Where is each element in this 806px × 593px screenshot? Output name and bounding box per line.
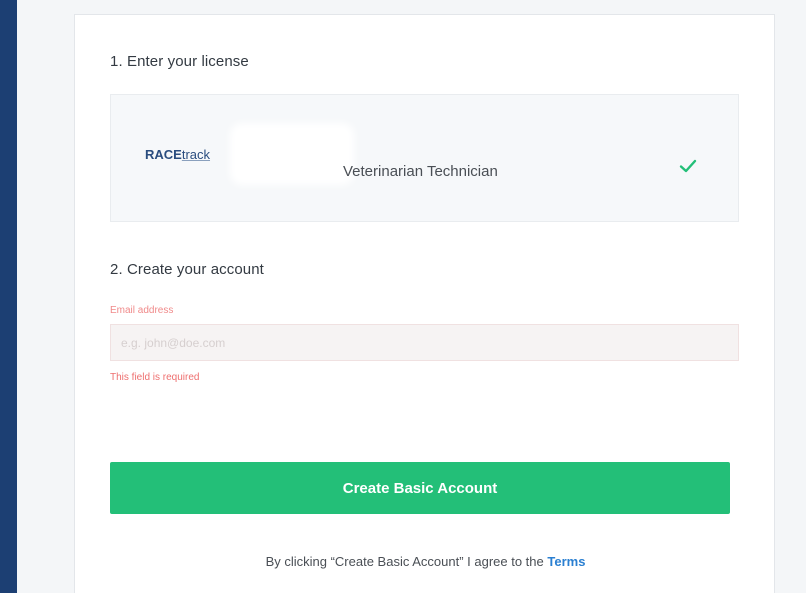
logo-main-text: RACE <box>145 147 182 162</box>
step-license-title: 1. Enter your license <box>110 53 249 70</box>
signup-card: 1. Enter your license RACEtrack Veterina… <box>74 14 775 593</box>
step-account-title: 2. Create your account <box>110 261 264 278</box>
email-field[interactable] <box>110 324 739 361</box>
create-basic-account-button[interactable]: Create Basic Account <box>110 462 730 514</box>
email-error-message: This field is required <box>110 372 200 383</box>
racetrack-logo: RACEtrack <box>145 147 210 162</box>
terms-notice: By clicking “Create Basic Account” I agr… <box>75 554 776 569</box>
license-box: RACEtrack Veterinarian Technician <box>110 94 739 222</box>
redacted-license-number <box>236 129 348 179</box>
terms-prefix: By clicking “Create Basic Account” I agr… <box>265 554 548 569</box>
terms-link[interactable]: Terms <box>547 554 585 569</box>
logo-sub-text: track <box>181 147 211 162</box>
check-icon <box>679 159 697 173</box>
license-type: Veterinarian Technician <box>343 163 498 180</box>
email-label: Email address <box>110 305 174 316</box>
